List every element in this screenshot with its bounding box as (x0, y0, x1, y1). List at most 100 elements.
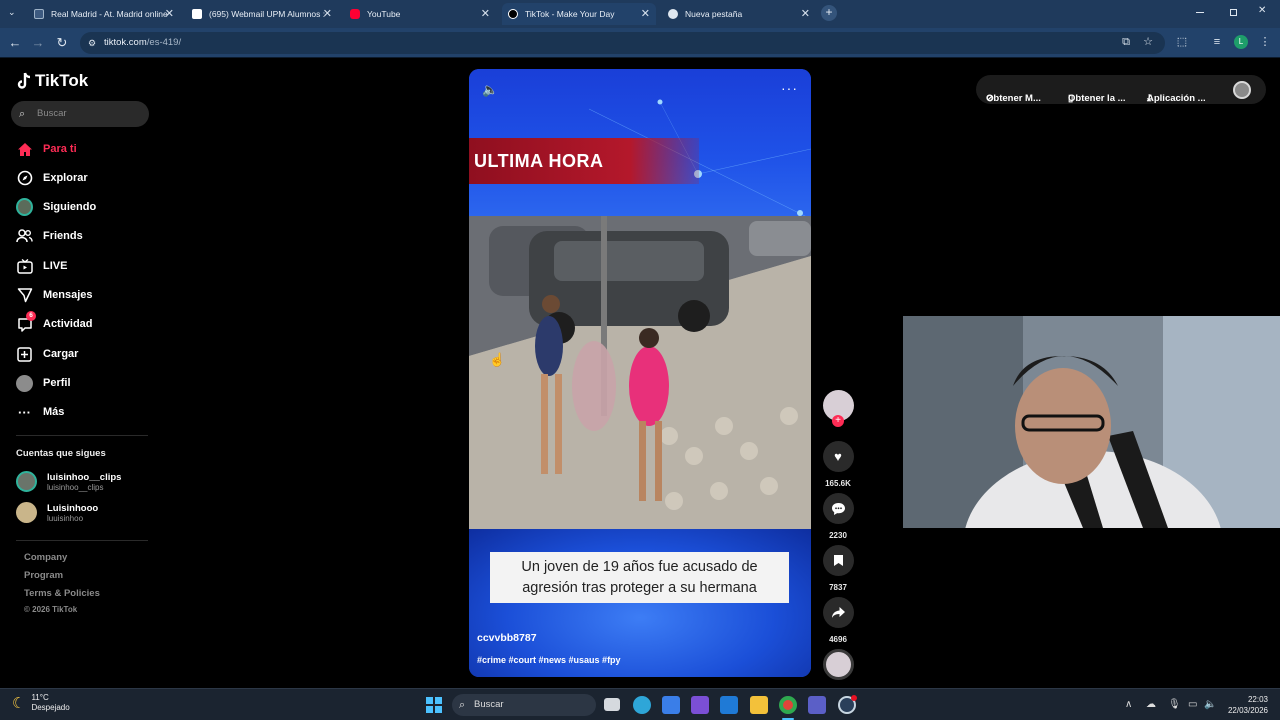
show-hidden-icons[interactable]: ∧ (1125, 699, 1132, 710)
tiktok-note-icon (17, 72, 31, 89)
tab-real-madrid[interactable]: Real Madrid - At. Madrid online ✕ (28, 3, 180, 25)
back-arrow-icon[interactable]: ← (6, 34, 24, 52)
network-icon[interactable]: ▭ (1188, 699, 1197, 710)
nav-item-mas[interactable]: ··· Más (16, 402, 64, 422)
profile-icon (16, 374, 33, 392)
site-info-icon[interactable]: ⚙ (88, 32, 96, 54)
desktop-app-label: Aplicación ... (1147, 93, 1206, 104)
volume-icon[interactable]: 🔈 (482, 82, 498, 98)
nav-item-friends[interactable]: Friends (16, 226, 83, 246)
live-icon (16, 258, 33, 275)
visual-studio-icon[interactable] (691, 696, 709, 714)
store-icon[interactable] (662, 696, 680, 714)
weather-widget[interactable]: ☾ 11°C Despejado (12, 693, 70, 713)
tab-close-icon[interactable]: ✕ (323, 7, 332, 20)
nav-item-cargar[interactable]: Cargar (16, 344, 78, 364)
like-button[interactable]: ♥ 165.6K (822, 441, 854, 488)
comment-icon (822, 493, 854, 524)
sound-disc[interactable] (822, 649, 854, 680)
search-placeholder: Buscar (37, 108, 67, 119)
creator-avatar[interactable]: + (822, 390, 854, 427)
tab-youtube[interactable]: YouTube ✕ (344, 3, 496, 25)
tab-list-chevron-icon[interactable]: ⌄ (8, 7, 16, 18)
footer-link-program[interactable]: Program (24, 570, 63, 581)
user-avatar[interactable] (1233, 81, 1251, 99)
following-account[interactable]: Luisinhooo luuisinhoo (16, 502, 98, 523)
teams-icon[interactable] (808, 696, 826, 714)
save-button[interactable]: 7837 (822, 545, 854, 592)
video-author[interactable]: ccvvbb8787 (477, 632, 537, 644)
more-icon: ··· (18, 404, 31, 420)
friends-icon (16, 228, 33, 245)
comment-count: 2230 (829, 531, 847, 540)
media-controls-icon[interactable]: ≡ (1209, 33, 1225, 51)
video-player[interactable]: ULTIMA HORA Un joven de 19 años fue acus… (469, 69, 811, 677)
tab-close-icon[interactable]: ✕ (481, 7, 490, 20)
search-icon: ⌕ (19, 108, 26, 120)
share-count: 4696 (829, 635, 847, 644)
get-coins-label: Obtener M... (986, 93, 1041, 104)
window-close-icon[interactable]: ✕ (1258, 5, 1266, 16)
system-clock[interactable]: 22:03 22/03/2026 (1228, 694, 1268, 716)
following-account[interactable]: luisinhoo__clips luisinhoo__clips (16, 471, 121, 492)
speaker-icon[interactable]: 🔈 (1204, 699, 1216, 710)
profile-avatar[interactable]: L (1234, 35, 1248, 49)
news-graphic-top: ULTIMA HORA (469, 69, 811, 217)
video-hashtags[interactable]: #crime #court #news #usaus #fpy (477, 655, 621, 665)
comment-button[interactable]: 2230 (822, 493, 854, 540)
extensions-icon[interactable]: ⬚ (1174, 33, 1190, 51)
chrome-icon[interactable] (779, 696, 797, 714)
tab-close-icon[interactable]: ✕ (165, 7, 174, 20)
steam-notification-dot (851, 695, 857, 701)
onedrive-icon[interactable]: ☁ (1146, 699, 1156, 710)
tab-close-icon[interactable]: ✕ (641, 7, 650, 20)
microphone-icon[interactable]: 🎙 (1168, 699, 1181, 710)
avatar (16, 471, 37, 492)
follow-button[interactable]: + (832, 415, 844, 427)
nav-label: Más (43, 406, 65, 418)
nav-label: Siguiendo (43, 201, 97, 213)
reload-icon[interactable]: ↻ (53, 34, 71, 52)
nav-item-siguiendo[interactable]: Siguiendo (16, 197, 96, 217)
nav-item-live[interactable]: LIVE (16, 256, 67, 276)
avatar (16, 502, 37, 523)
new-tab-button[interactable]: + (821, 5, 837, 21)
task-view-icon[interactable] (604, 698, 620, 711)
bookmark-icon (822, 545, 854, 576)
tab-close-icon[interactable]: ✕ (801, 7, 810, 20)
nav-item-mensajes[interactable]: Mensajes (16, 285, 93, 305)
search-input[interactable]: ⌕ Buscar (11, 101, 149, 127)
bookmark-star-icon[interactable]: ☆ (1140, 33, 1156, 51)
forward-arrow-icon[interactable]: → (29, 34, 47, 52)
install-app-icon[interactable]: ⧉ (1118, 33, 1134, 51)
video-more-options-icon[interactable]: ··· (781, 80, 798, 96)
nav-item-para-ti[interactable]: Para ti (16, 139, 77, 159)
clock-date: 22/03/2026 (1227, 706, 1268, 715)
footer-link-company[interactable]: Company (24, 552, 67, 563)
nav-item-perfil[interactable]: Perfil (16, 373, 71, 393)
following-heading: Cuentas que sigues (16, 448, 106, 459)
webcam-overlay (903, 316, 1280, 528)
outlook-icon[interactable] (720, 696, 738, 714)
nav-item-actividad[interactable]: 6 Actividad (16, 310, 93, 334)
minimize-icon[interactable] (1196, 12, 1204, 13)
footer-link-terms[interactable]: Terms & Policies (24, 588, 100, 599)
tiktok-logo[interactable]: TikTok (16, 71, 88, 91)
taskbar-search[interactable]: ⌕ Buscar (452, 694, 596, 716)
nav-label: Mensajes (43, 289, 93, 301)
browser-menu-icon[interactable]: ⋮ (1257, 33, 1273, 51)
share-button[interactable]: 4696 (822, 597, 854, 644)
windows-start-icon[interactable] (426, 697, 442, 713)
address-bar[interactable]: ⚙ tiktok.com/es-419/ (80, 32, 1165, 54)
maximize-icon[interactable] (1230, 9, 1237, 16)
edge-icon[interactable] (633, 696, 651, 714)
divider (16, 540, 148, 541)
tab-new-tab[interactable]: Nueva pestaña ✕ (662, 3, 816, 25)
tab-webmail[interactable]: (695) Webmail UPM Alumnos : ✕ (186, 3, 338, 25)
tab-tiktok[interactable]: TikTok - Make Your Day ✕ (502, 3, 656, 25)
activity-icon: 6 (16, 310, 36, 333)
account-name: Luisinhooo (47, 502, 99, 514)
nav-item-explorar[interactable]: Explorar (16, 168, 88, 188)
file-explorer-icon[interactable] (750, 696, 768, 714)
street-scene-image (469, 216, 811, 530)
